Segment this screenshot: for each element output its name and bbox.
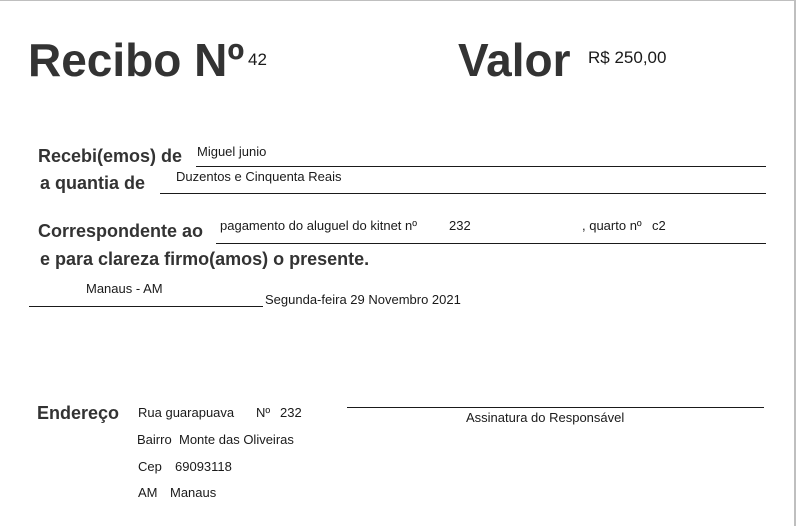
value-amount: R$ 250,00: [588, 48, 667, 67]
place-line: [29, 306, 263, 307]
received-from-line: [196, 166, 766, 167]
address-district-label: Bairro: [137, 432, 172, 447]
date: Segunda-feira 29 Novembro 2021: [265, 292, 461, 307]
amount-words: Duzentos e Cinquenta Reais: [176, 169, 342, 184]
clarity-text: e para clareza firmo(amos) o presente.: [40, 249, 370, 269]
address-state: AM: [138, 485, 158, 500]
received-from-label: Recebi(emos) de: [38, 146, 183, 166]
amount-label: a quantia de: [40, 173, 146, 193]
corresponding-label: Correspondente ao: [38, 221, 204, 241]
address-number: 232: [280, 405, 302, 420]
address-label: Endereço: [37, 403, 120, 423]
place: Manaus - AM: [86, 281, 163, 296]
corresponding-text: pagamento do aluguel do kitnet nº: [220, 218, 418, 233]
receipt-title: Recibo Nº: [28, 34, 245, 86]
address-cep: 69093118: [175, 459, 232, 474]
receipt-number: 42: [248, 50, 267, 69]
signature-line: [347, 407, 764, 408]
amount-line: [160, 193, 766, 194]
signature-label: Assinatura do Responsável: [466, 410, 625, 425]
value-title: Valor: [458, 34, 571, 86]
address-district: Monte das Oliveiras: [179, 432, 294, 447]
address-street: Rua guarapuava: [138, 405, 235, 420]
received-from-value: Miguel junio: [197, 144, 267, 159]
address-city: Manaus: [170, 485, 217, 500]
address-number-label: Nº: [256, 405, 271, 420]
kitnet-number: 232: [449, 218, 471, 233]
corresponding-line: [216, 243, 766, 244]
receipt-page: Recibo Nº 42 Valor R$ 250,00 Recebi(emos…: [0, 0, 796, 526]
room-number: c2: [652, 218, 666, 233]
address-cep-label: Cep: [138, 459, 162, 474]
room-label: , quarto nº: [582, 218, 642, 233]
